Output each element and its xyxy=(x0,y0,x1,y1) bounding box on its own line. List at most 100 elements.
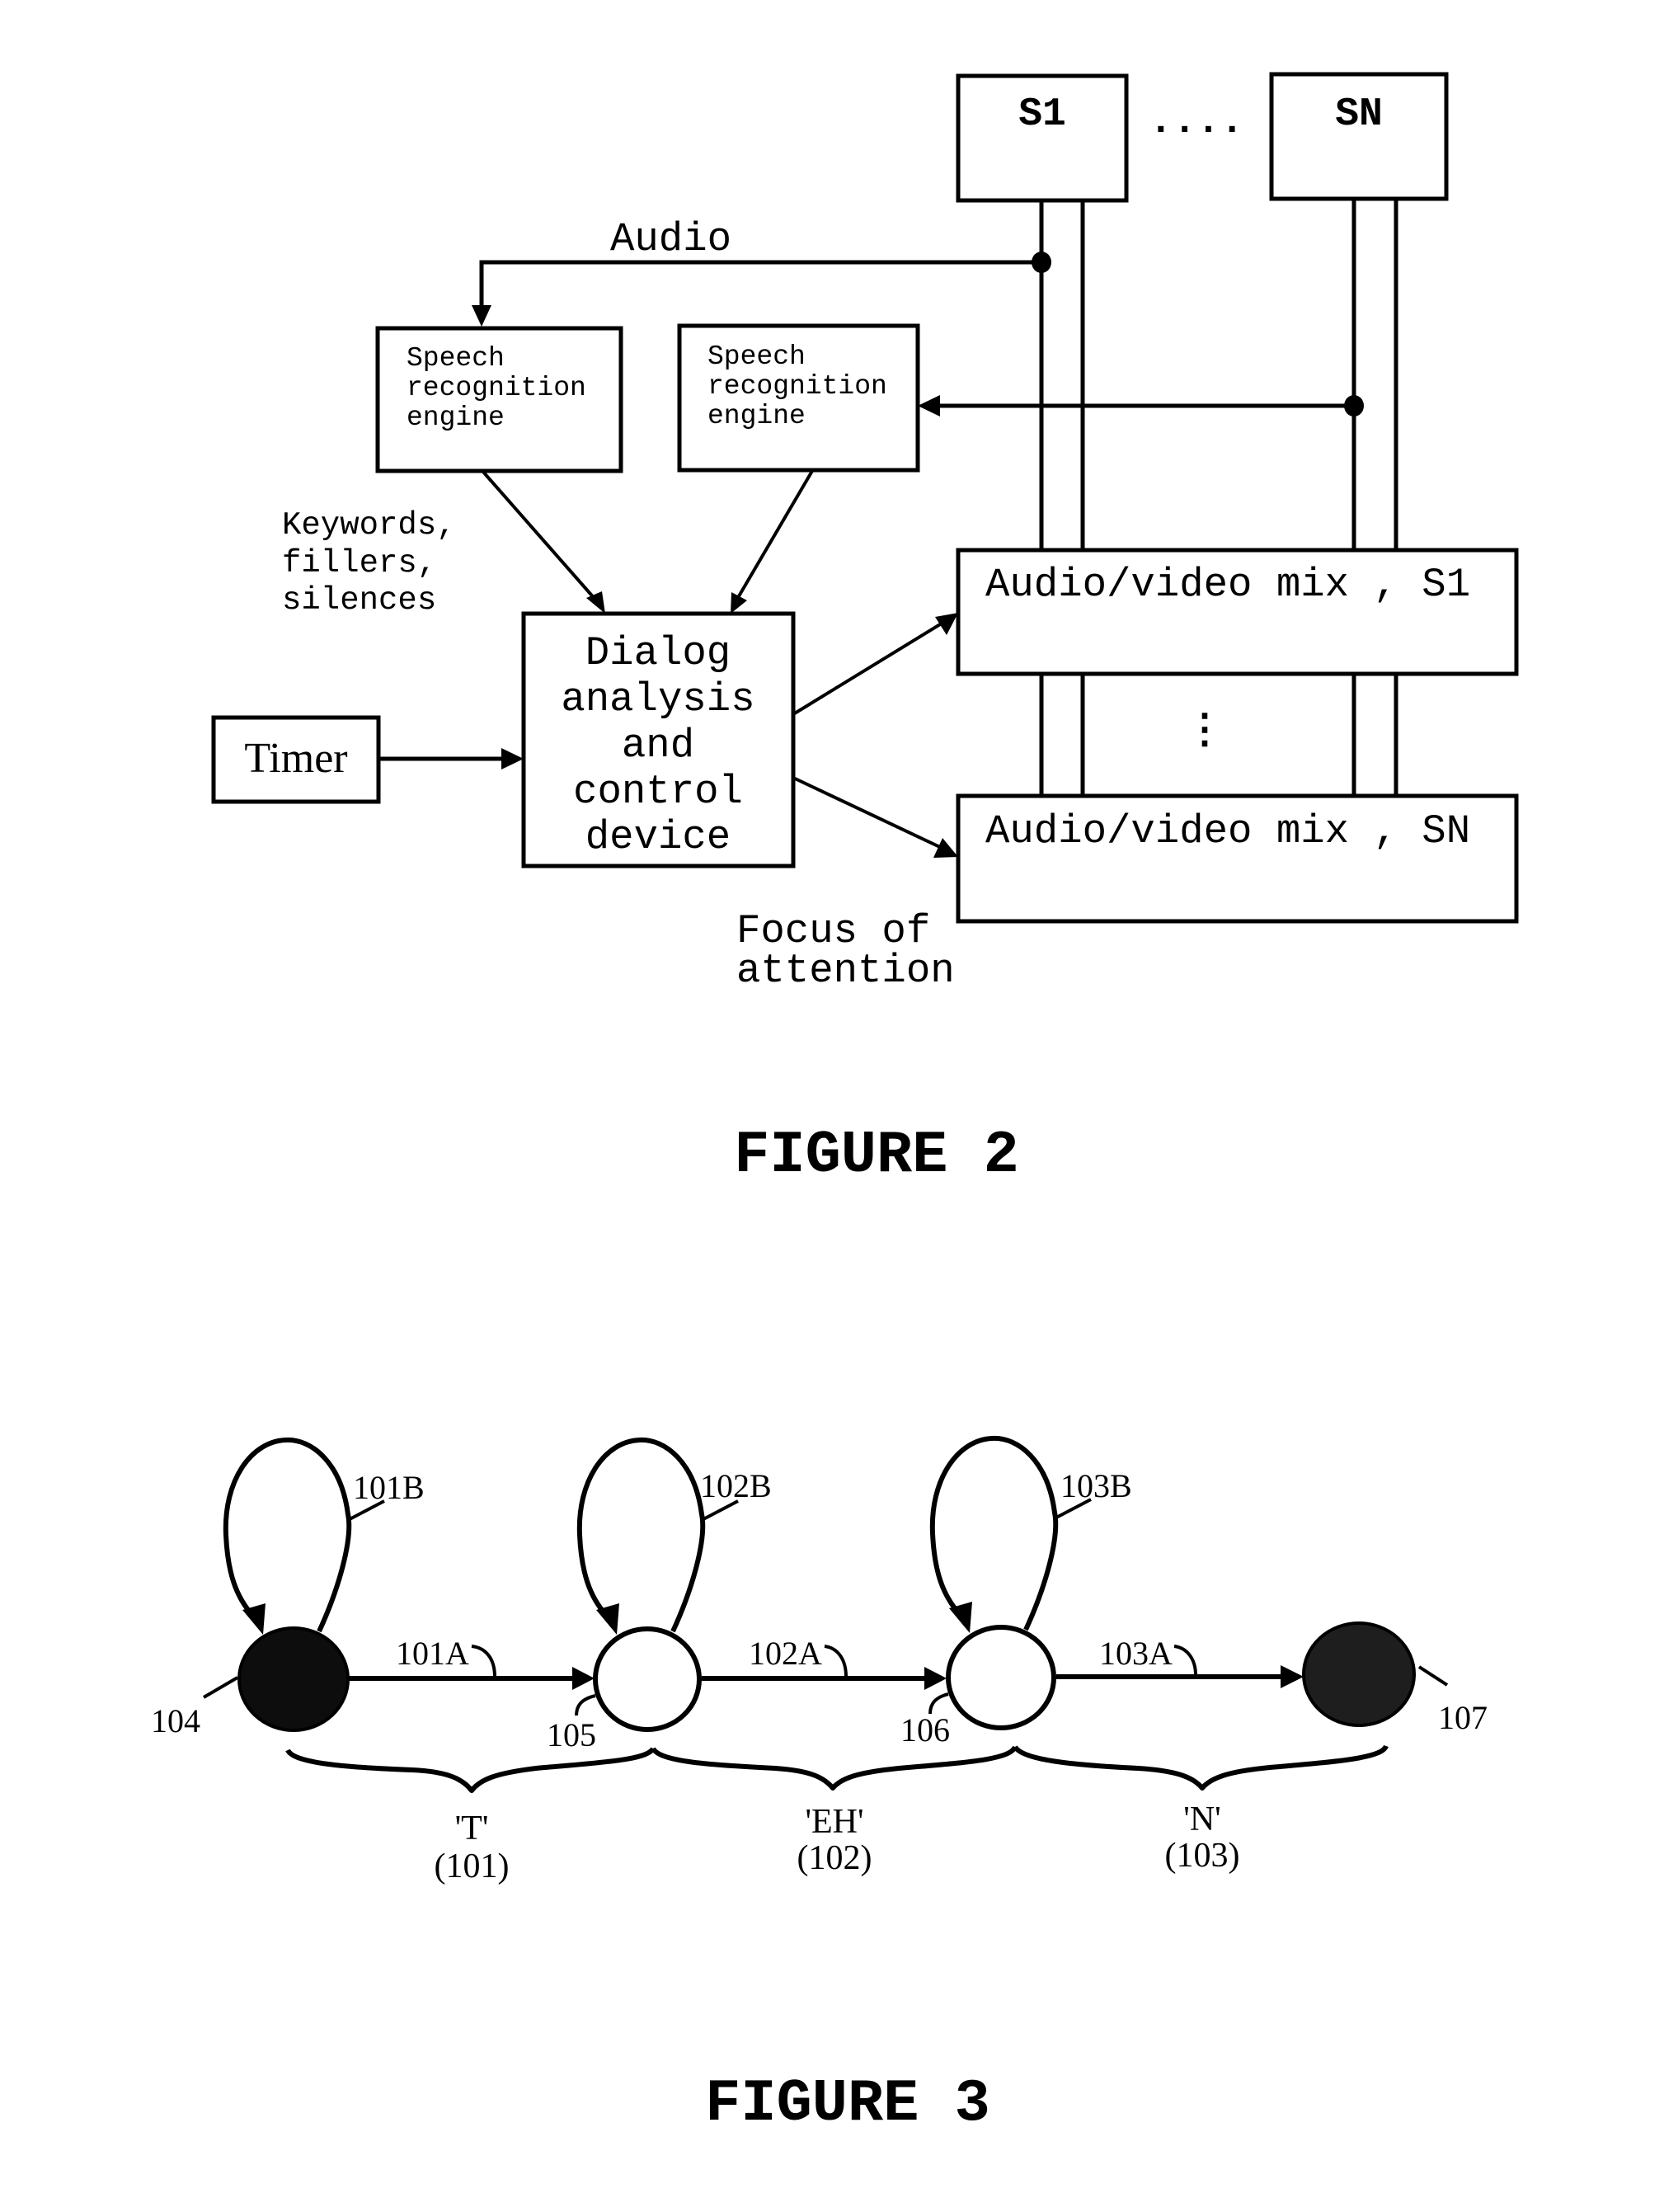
figure-2-caption: FIGURE 2 xyxy=(734,1122,1019,1189)
dialog-line-5: device xyxy=(585,814,731,860)
sn-bus-lines xyxy=(1351,199,1398,796)
audio-tap-s1: Audio xyxy=(472,216,1051,327)
av-mix-s1: Audio/video mix , S1 xyxy=(956,548,1519,676)
state-107-circle xyxy=(1302,1621,1416,1727)
state-106-label: 106 xyxy=(900,1711,950,1748)
keywords-label-line-2: fillers, xyxy=(282,545,436,581)
keywords-label-line-3: silences xyxy=(282,582,436,619)
source-s1-label: S1 xyxy=(1018,92,1066,137)
dialog-to-mix-sn-line xyxy=(792,776,944,850)
figure-3-caption: FIGURE 3 xyxy=(705,2070,990,2138)
edge-105-106-arrowhead-icon xyxy=(924,1667,947,1690)
transition-103a: 103A xyxy=(1056,1635,1304,1688)
transition-103a-label: 103A xyxy=(1099,1635,1173,1672)
phoneme-101-ref: (101) xyxy=(435,1847,510,1885)
loop-102b-label: 102B xyxy=(700,1467,772,1504)
keywords-label: Keywords, fillers, silences xyxy=(282,507,456,619)
speech-engine-1-line-3: engine xyxy=(407,402,505,433)
state-104-label: 104 xyxy=(151,1702,200,1739)
engine-2-to-dialog-line xyxy=(735,469,814,602)
speech-engine-2-line-2: recognition xyxy=(707,371,887,402)
sources-ellipsis: .... xyxy=(1149,100,1243,144)
brace-101-path xyxy=(285,1747,656,1793)
s1-bus-lines xyxy=(1039,200,1085,796)
av-mix-sn: Audio/video mix , SN xyxy=(956,793,1519,924)
engine-to-dialog-arrows xyxy=(481,469,814,614)
self-loop-103b: 103B xyxy=(929,1435,1132,1633)
figure-2: S1 .... SN Audio Speech recognition engi… xyxy=(211,72,1519,1189)
state-105-leader xyxy=(575,1694,596,1716)
transition-102a-hook xyxy=(824,1645,848,1678)
state-107-leader xyxy=(1417,1665,1449,1687)
phoneme-brace-103: 'N' (103) xyxy=(1013,1744,1389,1875)
state-node-104: 104 xyxy=(151,1626,350,1739)
speech-engine-2-line-3: engine xyxy=(707,401,806,431)
dialog-line-4: control xyxy=(573,769,743,815)
brace-103-path xyxy=(1013,1744,1389,1791)
speech-engine-1-line-2: recognition xyxy=(407,373,586,403)
state-107-label: 107 xyxy=(1438,1699,1488,1736)
phoneme-brace-102: 'EH' (102) xyxy=(651,1745,1018,1877)
brace-102-path xyxy=(651,1745,1018,1791)
transition-102a: 102A xyxy=(702,1635,947,1690)
keywords-label-line-1: Keywords, xyxy=(282,507,456,544)
state-node-107: 107 xyxy=(1302,1621,1488,1736)
timer-label: Timer xyxy=(244,735,347,782)
loop-101b-path xyxy=(223,1437,352,1633)
audio-arrowhead-icon xyxy=(472,305,491,327)
av-mix-s1-label: Audio/video mix , S1 xyxy=(985,562,1470,608)
state-106-circle xyxy=(946,1625,1056,1730)
state-105-label: 105 xyxy=(547,1716,596,1753)
phoneme-101-symbol: 'T' xyxy=(455,1810,489,1847)
audio-label: Audio xyxy=(610,216,731,262)
transition-101a-label: 101A xyxy=(396,1635,469,1672)
state-105-circle xyxy=(593,1626,702,1732)
phoneme-102-ref: (102) xyxy=(797,1839,872,1877)
figure-3: 101B 102B 103B 101A 102A 103A 104 105 10… xyxy=(151,1435,1488,2138)
source-sn-label: SN xyxy=(1335,92,1383,137)
audio-tap-sn xyxy=(918,395,1364,417)
dialog-control-device: Dialog analysis and control device xyxy=(521,611,796,868)
phoneme-102-symbol: 'EH' xyxy=(805,1803,863,1841)
sn-tap-arrowhead-icon xyxy=(918,395,940,417)
state-104-leader xyxy=(202,1676,239,1699)
loop-102b-path xyxy=(576,1437,706,1633)
dialog-line-3: and xyxy=(622,722,694,769)
speech-engine-2-line-1: Speech xyxy=(707,341,806,372)
edge-106-107-arrowhead-icon xyxy=(1281,1665,1304,1688)
state-node-105: 105 xyxy=(547,1626,702,1753)
dialog-to-mix-s1-line xyxy=(792,620,946,716)
speech-engine-1-line-1: Speech xyxy=(407,343,505,374)
speech-engine-2: Speech recognition engine xyxy=(677,323,920,473)
speech-engine-1: Speech recognition engine xyxy=(375,326,623,473)
sn-junction-dot xyxy=(1344,395,1364,417)
mix-ellipsis: ⋮ xyxy=(1185,708,1225,755)
audio-line xyxy=(479,260,1041,307)
edge-104-105-arrowhead-icon xyxy=(572,1667,595,1690)
loop-101b-label: 101B xyxy=(353,1469,425,1506)
self-loop-102b: 102B xyxy=(576,1437,772,1635)
phoneme-brace-101: 'T' (101) xyxy=(285,1747,656,1885)
focus-label-line-2: attention xyxy=(736,948,955,994)
av-mix-sn-label: Audio/video mix , SN xyxy=(985,808,1470,854)
loop-103b-path xyxy=(929,1435,1059,1631)
focus-of-attention-label: Focus of attention xyxy=(736,908,955,994)
patent-drawing-sheet: S1 .... SN Audio Speech recognition engi… xyxy=(151,72,1519,2138)
transition-101a: 101A xyxy=(349,1635,595,1690)
loop-103b-label: 103B xyxy=(1060,1467,1132,1504)
s1-junction-dot xyxy=(1032,252,1051,273)
source-s1: S1 xyxy=(956,73,1129,203)
dialog-line-2: analysis xyxy=(561,676,754,722)
transition-102a-label: 102A xyxy=(749,1635,822,1672)
source-sn: SN xyxy=(1269,72,1449,201)
transition-103a-hook xyxy=(1173,1645,1197,1676)
timer: Timer xyxy=(211,715,524,804)
state-node-106: 106 xyxy=(900,1625,1056,1748)
phoneme-103-ref: (103) xyxy=(1165,1837,1240,1875)
state-104-circle xyxy=(237,1626,350,1732)
self-loop-101b: 101B xyxy=(223,1437,425,1635)
focus-arrows xyxy=(792,613,958,858)
dialog-line-1: Dialog xyxy=(585,630,731,676)
timer-arrowhead-icon xyxy=(501,748,524,769)
phoneme-103-symbol: 'N' xyxy=(1183,1800,1220,1838)
